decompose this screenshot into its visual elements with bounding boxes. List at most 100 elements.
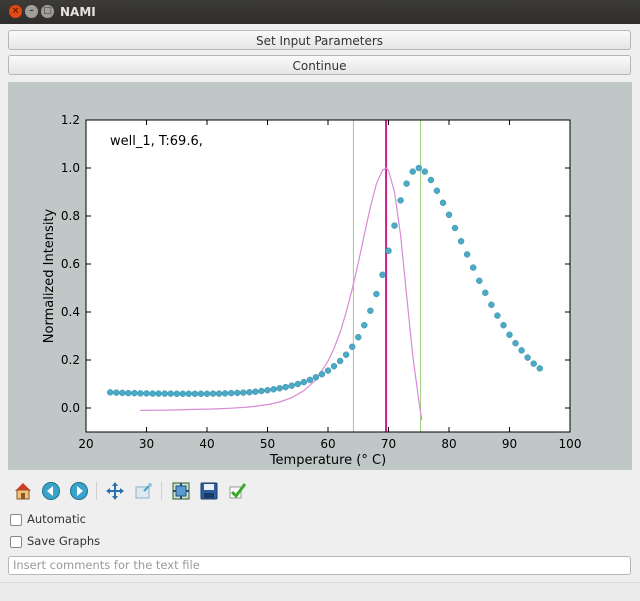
data-point [330,363,338,370]
title-bar: × – □ NAMI [0,0,640,24]
home-icon[interactable] [12,480,34,502]
data-point [373,290,380,298]
y-tick-label: 0.4 [61,305,80,319]
data-point [312,374,320,381]
x-tick-label: 90 [502,437,517,451]
y-tick-label: 0.6 [61,257,80,271]
data-point [433,187,441,195]
data-point [506,331,513,339]
data-point [512,340,519,347]
save-icon[interactable] [198,480,220,502]
plot-area [86,120,570,432]
x-tick-label: 70 [381,437,396,451]
close-window-icon[interactable]: × [9,5,22,18]
data-point [300,378,307,386]
data-point [252,388,259,395]
data-point [421,168,428,175]
x-tick-label: 50 [260,437,275,451]
data-point [137,390,144,397]
back-icon[interactable] [40,480,62,502]
configure-subplots-icon[interactable] [170,480,192,502]
status-bar [0,582,640,601]
data-point [167,390,174,397]
data-point [209,390,217,397]
data-point [336,357,344,365]
data-point [161,390,168,397]
data-point [221,390,229,397]
data-point [270,386,277,393]
x-tick-label: 60 [320,437,335,451]
x-tick-label: 30 [139,437,154,451]
data-point [113,389,120,396]
data-point [403,180,410,187]
data-point [463,251,471,258]
check-icon[interactable] [226,480,248,502]
x-axis-label: Temperature (° C) [269,453,386,468]
data-point [282,383,289,391]
data-point [451,224,459,232]
data-point [397,197,404,204]
data-point [215,390,223,397]
data-point [246,389,253,396]
y-tick-label: 1.0 [61,161,80,175]
y-tick-label: 0.8 [61,209,80,223]
data-point [367,307,374,315]
automatic-label: Automatic [27,512,86,526]
data-point [143,390,150,397]
save-graphs-checkbox[interactable] [10,536,22,548]
data-point [379,271,386,279]
data-point [427,176,435,184]
data-point [288,382,295,389]
y-axis-label: Normalized Intensity [42,208,57,343]
data-point [470,264,477,271]
data-point [445,211,453,219]
data-point [518,347,525,354]
data-point [119,389,126,397]
zoom-icon[interactable] [132,480,154,502]
data-point [324,367,332,374]
data-point [276,385,283,392]
data-point [155,390,162,397]
data-point [125,389,132,397]
data-point [355,333,362,341]
data-point [457,237,465,245]
data-point [106,389,114,396]
continue-button[interactable]: Continue [8,55,631,75]
x-tick-label: 40 [199,437,214,451]
data-point [173,390,181,397]
data-point [185,390,193,397]
y-tick-label: 0.2 [61,353,80,367]
toolbar-separator [161,482,162,500]
data-point [227,389,235,397]
data-point [494,312,501,319]
plot-panel: 20 30 40 50 60 70 80 90 100 0.0 0.2 0.4 0.6 0.8 1.0 1.2… [8,82,632,470]
data-point [318,371,326,378]
comments-input[interactable]: Insert comments for the text file [8,556,631,575]
set-input-parameters-button[interactable]: Set Input Parameters [8,30,631,50]
data-point [349,343,356,350]
y-tick-label: 0.0 [61,401,80,415]
save-graphs-label: Save Graphs [27,534,101,548]
data-point [191,390,199,397]
data-point [530,360,537,367]
data-point [415,164,422,172]
x-tick-label: 20 [78,437,93,451]
melting-curve-chart: 20 30 40 50 60 70 80 90 100 0.0 0.2 0.4 0.6 0.8 1.0 1.2… [42,113,582,468]
data-point [149,390,156,397]
data-point [500,321,507,329]
y-tick-label: 1.2 [61,113,80,127]
data-point [536,365,543,372]
data-point [306,376,314,384]
x-tick-label: 100 [559,437,582,451]
automatic-checkbox[interactable] [10,514,22,526]
plot-annotation: well_1, T:69.6, [110,134,203,149]
data-point [197,390,205,397]
data-point [258,387,265,395]
maximize-window-icon[interactable]: □ [41,5,54,18]
pan-icon[interactable] [104,480,126,502]
data-point [294,380,301,388]
data-point [476,277,483,285]
minimize-window-icon[interactable]: – [25,5,38,18]
data-point [240,389,247,396]
forward-icon[interactable] [68,480,90,502]
